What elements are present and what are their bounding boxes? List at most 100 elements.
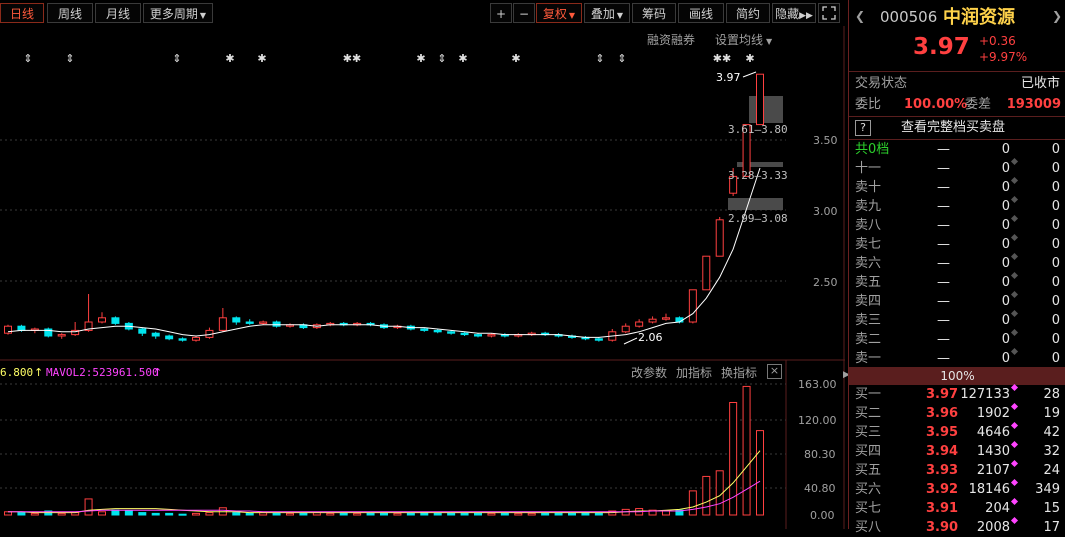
tab-monthly[interactable]: 月线 [95, 3, 141, 23]
diamond-icon [1010, 214, 1019, 223]
volume-bar [500, 512, 509, 516]
event-marker[interactable]: ✱ [257, 52, 266, 65]
diamond-icon [1010, 347, 1019, 356]
sell-row[interactable]: 卖六 — 0 0 [849, 252, 1065, 273]
tab-weekly[interactable]: 周线 [47, 3, 93, 23]
rzrq-link[interactable]: 融资融券 [647, 31, 695, 48]
book-order-count: 0 [1051, 161, 1060, 176]
sell-row[interactable]: 卖一 — 0 0 [849, 347, 1065, 368]
book-order-count: 349 [1035, 482, 1060, 497]
book-volume: 0 [1001, 237, 1010, 252]
chip-band-1 [749, 96, 783, 123]
sell-row[interactable]: 卖五 — 0 0 [849, 271, 1065, 292]
total-levels-vol: 0 [1001, 142, 1010, 157]
event-marker[interactable]: ⇕ [172, 52, 181, 65]
overlay-dropdown[interactable]: 叠加 ▼ [584, 3, 630, 23]
chevron-down-icon: ▼ [568, 11, 576, 20]
tab-daily[interactable]: 日线 [0, 3, 44, 23]
fuquan-dropdown[interactable]: 复权 ▼ [536, 3, 582, 23]
diamond-icon [1010, 478, 1019, 487]
buy-row[interactable]: 买六 3.92 18146 349 [849, 478, 1065, 499]
buy-row[interactable]: 买三 3.95 4646 42 [849, 421, 1065, 442]
buy-row[interactable]: 买五 3.93 2107 24 [849, 459, 1065, 480]
add-indicator-link[interactable]: 加指标 [676, 364, 712, 381]
kline-chart[interactable]: ⇕ ⇕ ⇕ ✱ ✱ ✱✱ ✱ ⇕ ✱ ✱ ⇕ ⇕ ✱✱ ✱ 3.97 3.61—3.80 3.28—3.3… [0, 26, 845, 529]
event-marker[interactable]: ✱ [745, 52, 754, 65]
candle-body [756, 73, 764, 126]
book-order-count: 15 [1043, 501, 1060, 516]
price-change-pct: +9.97% [979, 50, 1028, 64]
buy-row[interactable]: 买八 3.90 2008 17 [849, 516, 1065, 537]
sell-row[interactable]: 卖九 — 0 0 [849, 195, 1065, 216]
candle-body [57, 334, 66, 337]
book-price: — [937, 275, 950, 290]
book-order-count: 0 [1051, 313, 1060, 328]
diamond-icon [1010, 252, 1019, 261]
draw-line-button[interactable]: 画线 [678, 3, 724, 23]
book-order-count: 28 [1043, 387, 1060, 402]
event-marker[interactable]: ✱✱ [343, 52, 361, 65]
simple-mode-button[interactable]: 简约 [726, 3, 770, 23]
event-marker[interactable]: ⇕ [65, 52, 74, 65]
candle-body [460, 332, 469, 336]
full-book-row[interactable]: ? 查看完整档买卖盘 [849, 118, 1065, 137]
event-marker[interactable]: ✱✱ [713, 52, 731, 65]
sell-row[interactable]: 卖四 — 0 0 [849, 290, 1065, 311]
book-order-count: 19 [1043, 406, 1060, 421]
vol-ma2-value: MAVOL2:523961.500 [46, 366, 159, 379]
divider [849, 71, 1065, 72]
buy-row[interactable]: 买四 3.94 1430 32 [849, 440, 1065, 461]
diamond-icon [1010, 157, 1019, 166]
hide-button[interactable]: 隐藏▶▶ [772, 3, 816, 23]
sell-row[interactable]: 卖二 — 0 0 [849, 328, 1065, 349]
help-icon[interactable]: ? [855, 120, 871, 136]
zoom-in-button[interactable]: + [490, 3, 512, 23]
event-marker[interactable]: ⇕ [617, 52, 626, 65]
edit-params-link[interactable]: 改参数 [631, 364, 667, 381]
book-volume: 0 [1001, 199, 1010, 214]
event-marker[interactable]: ✱ [225, 52, 234, 65]
sell-row[interactable]: 卖十 — 0 0 [849, 176, 1065, 197]
more-period-dropdown[interactable]: 更多周期 ▼ [143, 3, 213, 23]
book-volume: 0 [1001, 275, 1010, 290]
chip-button[interactable]: 筹码 [632, 3, 676, 23]
zoom-out-button[interactable]: − [513, 3, 535, 23]
book-order-count: 42 [1043, 425, 1060, 440]
weicha-label: 委差 [965, 97, 992, 112]
weibi-value: 100.00% [904, 97, 968, 112]
book-level-label: 卖八 [855, 218, 882, 233]
event-marker[interactable]: ⇕ [595, 52, 604, 65]
book-price: — [937, 332, 950, 347]
diamond-icon [1010, 402, 1019, 411]
volume-bar [742, 385, 751, 516]
event-marker[interactable]: ⇕ [437, 52, 446, 65]
chevron-right-icon[interactable]: ❯ [1052, 9, 1062, 23]
event-marker[interactable]: ⇕ [23, 52, 32, 65]
divider [849, 116, 1065, 117]
volume-bar [460, 512, 469, 516]
event-marker[interactable]: ✱ [416, 52, 425, 65]
vol-tick-4: 40.80 [804, 482, 836, 495]
volume-bar [57, 512, 66, 516]
event-marker[interactable]: ✱ [511, 52, 520, 65]
vol-ma2-line [8, 480, 761, 513]
buy-row[interactable]: 买一 3.97 127133 28 [849, 383, 1065, 404]
sell-row[interactable]: 卖七 — 0 0 [849, 233, 1065, 254]
volume-bar [594, 512, 603, 516]
switch-indicator-link[interactable]: 换指标 [721, 364, 757, 381]
sell-row[interactable]: 卖三 — 0 0 [849, 309, 1065, 330]
book-order-count: 0 [1051, 332, 1060, 347]
event-marker[interactable]: ✱ [458, 52, 467, 65]
volume-bar [245, 512, 254, 516]
sell-row[interactable]: 卖八 — 0 0 [849, 214, 1065, 235]
sell-row[interactable]: 十一 — 0 0 [849, 157, 1065, 178]
full-book-link[interactable]: 查看完整档买卖盘 [901, 118, 1005, 137]
chevron-left-icon[interactable]: ❮ [855, 9, 865, 23]
close-indicator-button[interactable]: × [767, 364, 782, 379]
buy-row[interactable]: 买二 3.96 1902 19 [849, 402, 1065, 423]
ma-settings-link[interactable]: 设置均线 ▼ [715, 31, 772, 48]
buy-row[interactable]: 买七 3.91 204 15 [849, 497, 1065, 518]
fullscreen-button[interactable] [818, 3, 840, 23]
fuquan-label: 复权 [542, 7, 567, 21]
book-level-label: 买二 [855, 406, 882, 421]
